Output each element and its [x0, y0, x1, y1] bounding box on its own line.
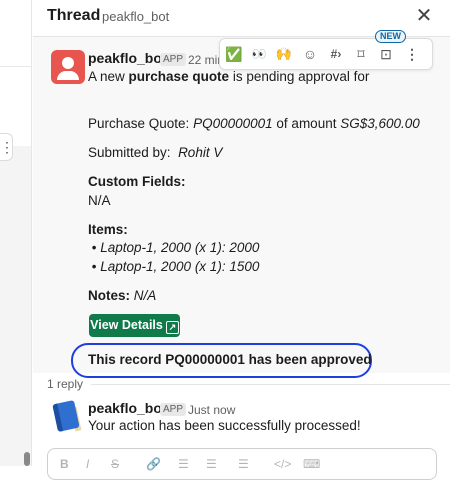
- app-badge: APP: [160, 53, 187, 66]
- list-item: • Laptop-1, 2000 (x 1): 1500: [88, 259, 260, 274]
- thread-panel: Thread peakflo_bot ✕ peakflo_bot APP 22 …: [33, 0, 450, 480]
- sender-name[interactable]: peakflo_bot: [88, 400, 167, 416]
- new-badge: NEW: [375, 30, 406, 43]
- reply-count: 1 reply: [47, 377, 84, 391]
- custom-fields-value: N/A: [88, 193, 111, 208]
- close-icon[interactable]: ✕: [413, 5, 435, 27]
- code-icon[interactable]: </>: [274, 457, 291, 471]
- list-item: • Laptop-1, 2000 (x 1): 2000: [88, 240, 260, 255]
- notes-line: Notes: N/A: [88, 288, 157, 303]
- channel-pane-background: [0, 146, 32, 466]
- thread-channel-name[interactable]: peakflo_bot: [102, 9, 169, 24]
- eyes-emoji-icon[interactable]: 👀: [249, 44, 269, 64]
- raised-hands-emoji-icon[interactable]: 🙌: [274, 44, 294, 64]
- scrollbar[interactable]: [24, 452, 30, 466]
- purchase-quote-line: Purchase Quote: PQ00000001 of amount SG$…: [88, 116, 420, 131]
- code-block-icon[interactable]: ⌨: [303, 457, 320, 471]
- bulleted-list-icon[interactable]: ☰: [206, 457, 217, 471]
- italic-icon[interactable]: I: [86, 457, 89, 471]
- forward-icon[interactable]: #›: [326, 44, 346, 64]
- share-icon[interactable]: ⊡: [376, 44, 396, 64]
- ordered-list-icon[interactable]: ☰: [178, 457, 189, 471]
- divider: [91, 384, 450, 385]
- thread-title: Thread: [47, 7, 101, 24]
- blockquote-icon[interactable]: ☰: [238, 457, 249, 471]
- avatar[interactable]: [51, 399, 85, 433]
- add-reaction-icon[interactable]: ☺: [300, 44, 320, 64]
- reply-composer[interactable]: B I S 🔗 ☰ ☰ ☰ </> ⌨: [47, 448, 437, 480]
- message-intro: A new purchase quote is pending approval…: [88, 69, 370, 84]
- more-icon[interactable]: ⋮: [402, 44, 422, 64]
- avatar[interactable]: [51, 50, 85, 84]
- strikethrough-icon[interactable]: S: [111, 457, 119, 471]
- reply-text: Your action has been successfully proces…: [88, 418, 361, 433]
- sender-name[interactable]: peakflo_bot: [88, 50, 167, 66]
- link-icon[interactable]: 🔗: [146, 457, 161, 471]
- divider: [0, 66, 32, 67]
- external-link-icon: ↗: [165, 321, 179, 334]
- person-icon: [62, 57, 74, 69]
- channel-pane-edge: ⋮: [0, 0, 32, 466]
- more-icon[interactable]: ⋮: [0, 133, 14, 161]
- view-details-button[interactable]: View Details ↗: [89, 314, 180, 337]
- bold-icon[interactable]: B: [60, 457, 69, 471]
- app-badge: APP: [160, 403, 187, 416]
- check-emoji-icon[interactable]: ✅: [224, 44, 244, 64]
- pane-separator[interactable]: [31, 0, 32, 466]
- items-label: Items:: [88, 222, 128, 237]
- custom-fields-label: Custom Fields:: [88, 174, 186, 189]
- submitted-by-line: Submitted by: Rohit V: [88, 145, 223, 160]
- bookmark-icon[interactable]: ⌑: [351, 44, 371, 64]
- message-timestamp[interactable]: Just now: [188, 403, 235, 417]
- approval-status-text: This record PQ00000001 has been approved: [88, 352, 372, 367]
